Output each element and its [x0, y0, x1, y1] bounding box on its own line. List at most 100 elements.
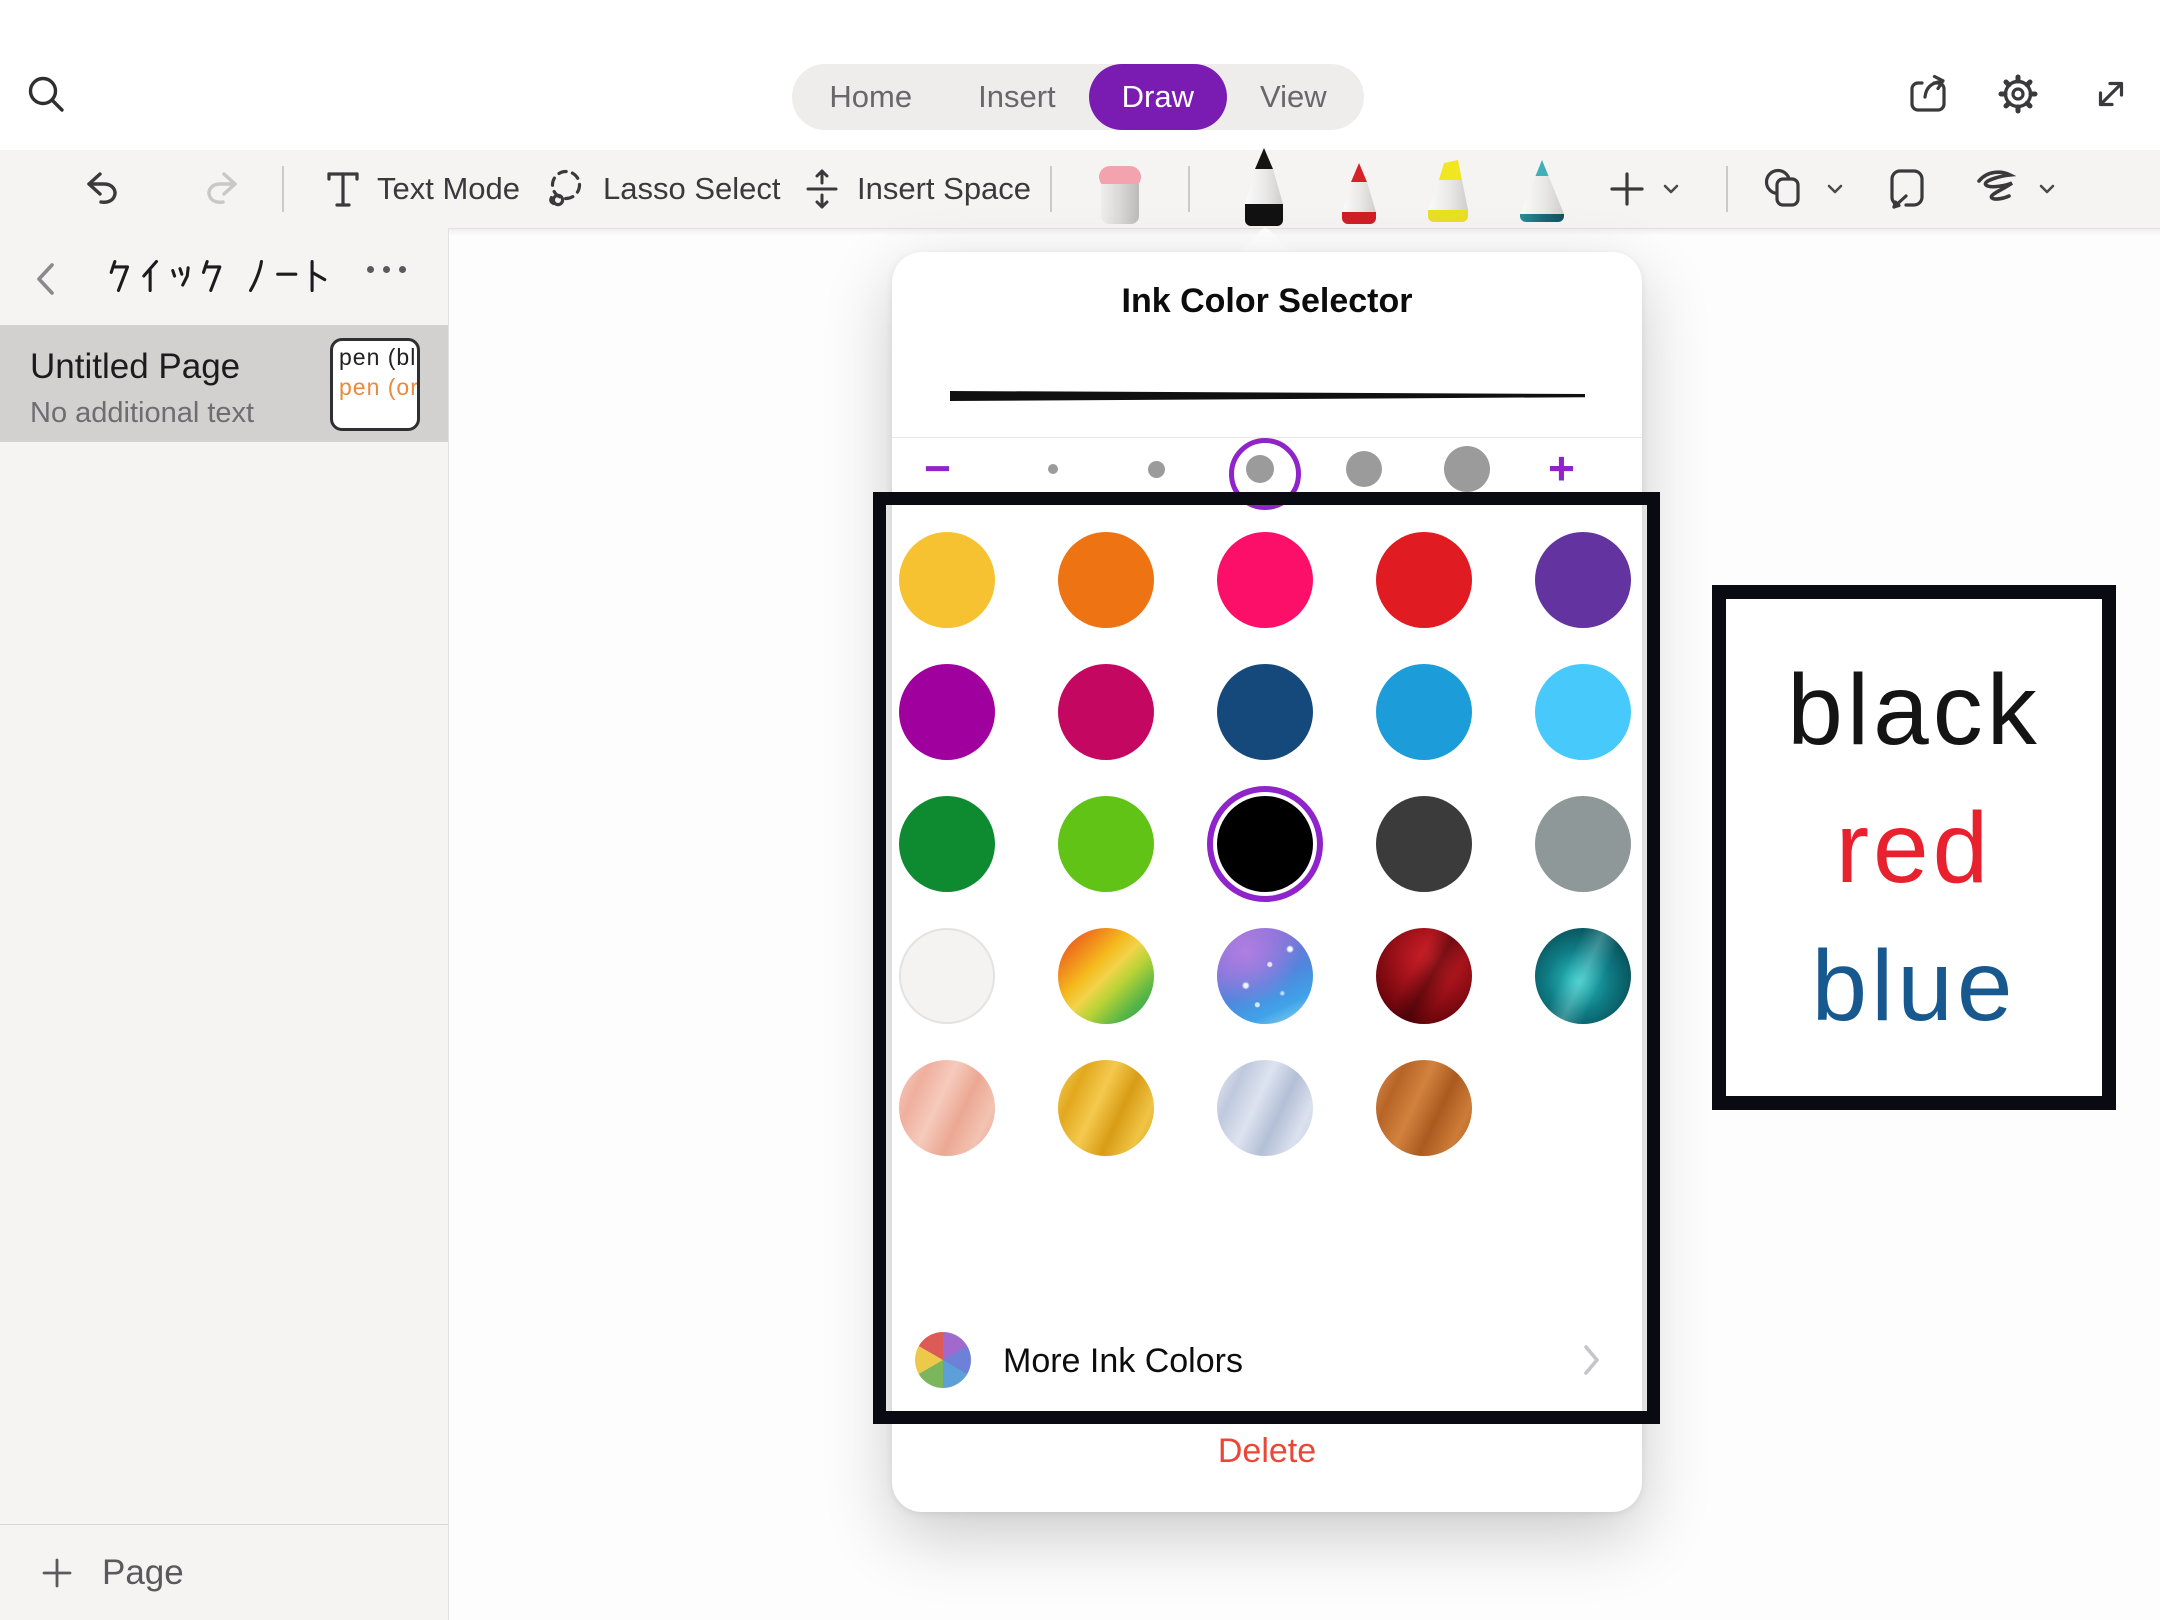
swatch-silver[interactable] [1217, 1060, 1313, 1156]
thumbnail-ink-line: pen (bl [333, 341, 417, 371]
undo-button[interactable] [78, 154, 126, 224]
swatch-purple[interactable] [1535, 532, 1631, 628]
size-dot-1[interactable] [1134, 438, 1180, 500]
redo-icon [198, 165, 246, 213]
swatch-light-green[interactable] [1058, 796, 1154, 892]
yellow-highlighter-tool-icon[interactable] [1415, 158, 1481, 228]
chevron-down-icon [1825, 179, 1845, 199]
text-mode-label: Text Mode [377, 171, 520, 207]
decrease-size-button[interactable]: − [924, 441, 951, 495]
lasso-select-button[interactable]: Lasso Select [542, 154, 781, 224]
page-list-item[interactable]: Untitled Page No additional text pen (bl… [0, 325, 448, 442]
toolbar-divider [1188, 166, 1190, 212]
swatch-blue[interactable] [1376, 664, 1472, 760]
selected-size-ring [1229, 438, 1301, 510]
plus-icon [40, 1556, 74, 1590]
swatch-red-marble[interactable] [1376, 928, 1472, 1024]
more-ink-colors-label: More Ink Colors [1003, 1342, 1243, 1381]
size-dot-shape [1346, 451, 1382, 487]
size-dot-4[interactable] [1444, 438, 1490, 500]
more-ink-colors-button[interactable]: More Ink Colors [892, 1316, 1642, 1404]
chevron-down-icon [2037, 179, 2057, 199]
swatch-gold-foil[interactable] [1058, 1060, 1154, 1156]
share-icon[interactable] [1904, 70, 1952, 118]
shapes-icon [1760, 165, 1812, 213]
text-mode-icon [322, 168, 364, 210]
size-dot-3[interactable] [1341, 438, 1387, 500]
lasso-icon [542, 165, 590, 213]
toolbar-divider [282, 166, 284, 212]
popup-title: Ink Color Selector [892, 282, 1642, 321]
color-wheel-icon [915, 1332, 971, 1388]
swatch-gold[interactable] [899, 532, 995, 628]
annotation-box-note: blackredblue [1712, 585, 2116, 1110]
title-bar: HomeInsertDrawView [0, 0, 2160, 150]
swatch-rainbow-glitter[interactable] [1058, 928, 1154, 1024]
swatch-black[interactable] [1217, 796, 1313, 892]
swatch-teal-marble[interactable] [1535, 928, 1631, 1024]
add-page-button[interactable]: Page [0, 1524, 448, 1620]
black-pen-tool-icon[interactable] [1226, 146, 1302, 228]
notebook-title-glyphs [104, 255, 332, 297]
tab-home[interactable]: Home [796, 64, 945, 130]
ink-word-blue: blue [1811, 922, 2016, 1050]
insert-space-label: Insert Space [857, 171, 1031, 207]
swatch-violet[interactable] [899, 664, 995, 760]
swatch-orange[interactable] [1058, 532, 1154, 628]
size-dot-shape [1444, 446, 1490, 492]
tab-insert[interactable]: Insert [945, 64, 1089, 130]
eraser-tool-icon[interactable] [1092, 162, 1148, 226]
more-options-button[interactable] [367, 266, 406, 273]
red-pen-tool-icon[interactable] [1326, 160, 1392, 228]
swatch-sky-blue[interactable] [1535, 664, 1631, 760]
stroke-preview [950, 388, 1585, 404]
size-dots [1030, 437, 1490, 501]
insert-space-icon [800, 167, 844, 211]
swatch-dark-gray[interactable] [1376, 796, 1472, 892]
swatch-green[interactable] [899, 796, 995, 892]
onenote-window: HomeInsertDrawView [0, 0, 2160, 1620]
chevron-right-icon [1582, 1343, 1602, 1377]
settings-gear-icon[interactable] [1994, 70, 2042, 118]
size-dot-2[interactable] [1237, 438, 1283, 500]
swatch-raspberry[interactable] [1058, 664, 1154, 760]
chevron-down-icon [1661, 179, 1681, 199]
delete-button[interactable]: Delete [892, 1432, 1642, 1471]
add-pen-button[interactable] [1606, 154, 1681, 224]
scribble-icon [1972, 167, 2024, 211]
ink-to-shape-button[interactable] [1972, 154, 2057, 224]
thumbnail-ink-line: pen (ora [333, 371, 417, 401]
search-icon[interactable] [24, 72, 68, 116]
swatch-red[interactable] [1376, 532, 1472, 628]
swatch-galaxy[interactable] [1217, 928, 1313, 1024]
page-thumbnail: pen (blpen (ora [330, 338, 420, 431]
swatch-navy-blue[interactable] [1217, 664, 1313, 760]
swatch-copper[interactable] [1376, 1060, 1472, 1156]
swatch-rose-gold[interactable] [899, 1060, 995, 1156]
ribbon-tab-bar: HomeInsertDrawView [792, 64, 1364, 130]
page-subtitle: No additional text [30, 397, 254, 430]
teal-pencil-tool-icon[interactable] [1510, 158, 1574, 228]
redo-button[interactable] [198, 154, 246, 224]
ink-word-red: red [1836, 784, 1993, 912]
text-mode-button[interactable]: Text Mode [322, 154, 520, 224]
lasso-select-label: Lasso Select [603, 171, 781, 207]
tab-draw[interactable]: Draw [1089, 64, 1227, 130]
page-annotate-button[interactable] [1884, 154, 1932, 224]
page-title: Untitled Page [30, 347, 240, 387]
swatch-pink[interactable] [1217, 532, 1313, 628]
back-chevron-icon[interactable] [34, 261, 58, 297]
shapes-button[interactable] [1760, 154, 1845, 224]
size-dot-shape [1148, 461, 1165, 478]
swatch-white[interactable] [899, 928, 995, 1024]
ellipsis-dot [399, 266, 406, 273]
fullscreen-icon[interactable] [2089, 72, 2133, 116]
tab-view[interactable]: View [1227, 64, 1360, 130]
ellipsis-dot [367, 266, 374, 273]
plus-icon [1606, 168, 1648, 210]
size-dot-shape [1048, 464, 1058, 474]
size-dot-0[interactable] [1030, 438, 1076, 500]
increase-size-button[interactable]: + [1548, 441, 1575, 495]
insert-space-button[interactable]: Insert Space [800, 154, 1031, 224]
swatch-gray[interactable] [1535, 796, 1631, 892]
